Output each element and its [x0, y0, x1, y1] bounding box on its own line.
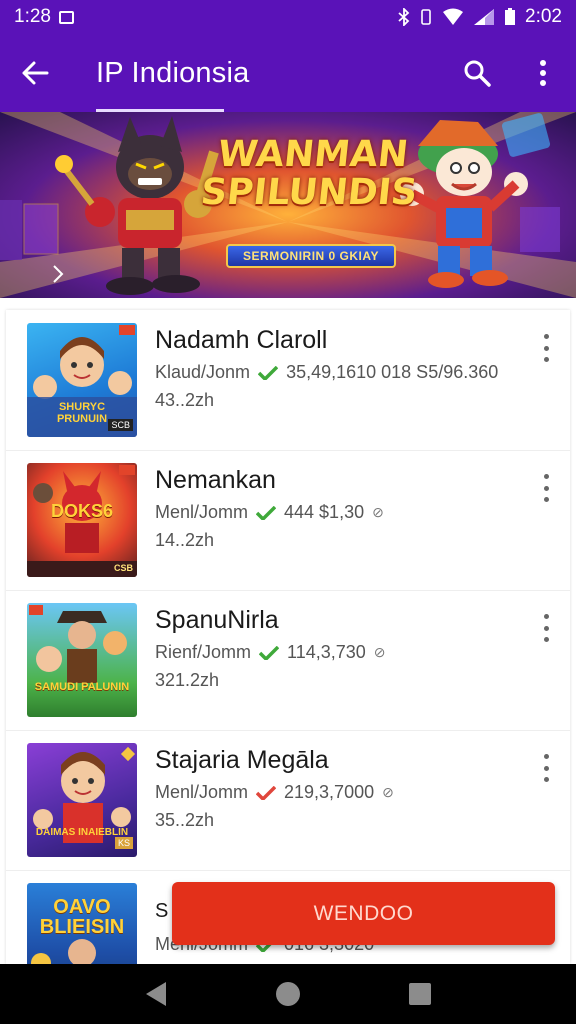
thumbnail-label: SAMUDI PALUNIN — [34, 681, 130, 693]
arrow-back-icon — [22, 61, 49, 85]
banner-title-line1: WANMAN — [215, 134, 411, 175]
primary-action-button[interactable]: WENDOO — [172, 882, 555, 945]
overflow-menu-button[interactable] — [510, 34, 576, 112]
app-screen: 1:28 2:02 IP Indionsia WANMAN SPILUNDIS … — [0, 0, 576, 1024]
app-size: 43..2zh — [155, 390, 215, 410]
app-meta: Rienf/Jomm 114,3,730 ⊘ — [155, 642, 386, 663]
more-vert-icon — [543, 754, 549, 759]
app-meta: Menl/Jomm 219,3,7000 ⊘ — [155, 782, 394, 803]
app-thumbnail: DOKS6 CSB — [27, 463, 137, 577]
search-button[interactable] — [444, 34, 510, 112]
link-icon: ⊘ — [373, 644, 386, 660]
banner-ribbon: SERMONIRIN 0 GKIAY — [226, 244, 396, 268]
app-developer: Menl/Jomm — [155, 502, 249, 522]
more-vert-icon — [543, 334, 549, 339]
app-stats: 219,3,7000 — [284, 782, 375, 802]
app-developer: Rienf/Jomm — [155, 642, 252, 662]
app-thumbnail: SAMUDI PALUNIN — [27, 603, 137, 717]
app-size: 35..2zh — [155, 810, 215, 830]
more-vert-icon — [540, 60, 546, 86]
app-developer: Klaud/Jonm — [155, 362, 251, 382]
link-icon: ⊘ — [372, 504, 384, 520]
banner-title-line2: SPILUNDIS — [198, 172, 420, 213]
thumbnail-label: OAVO BLIEISIN — [39, 896, 125, 938]
app-name: SpanuNirla — [155, 606, 279, 634]
list-item[interactable]: SAMUDI PALUNIN SpanuNirla Rienf/Jomm 114… — [6, 590, 570, 730]
list-item[interactable]: DAIMAS INAIEBLIN KS Stajaria Megāla Menl… — [6, 730, 570, 870]
app-stats: 35,49,1610 018 S5/96.360 — [286, 362, 499, 382]
app-thumbnail: SHURYC PRUNUIN SCB — [27, 323, 137, 437]
status-clock: 2:02 — [525, 6, 562, 27]
thumbnail-badge: KS — [114, 837, 133, 849]
bluetooth-icon — [398, 8, 410, 26]
battery-icon — [505, 8, 516, 25]
featured-banner[interactable]: WANMAN SPILUNDIS SERMONIRIN 0 GKIAY — [0, 112, 576, 298]
app-name: Nadamh Claroll — [155, 326, 328, 354]
more-vert-icon — [543, 474, 549, 479]
item-more-button[interactable] — [538, 474, 554, 502]
app-list: SHURYC PRUNUIN SCB Nadamh Claroll Klaud/… — [6, 310, 570, 964]
thumbnail-badge: SCB — [108, 419, 133, 431]
wifi-icon — [443, 8, 464, 25]
nav-recents-button[interactable] — [390, 964, 450, 1024]
link-icon: ⊘ — [382, 784, 394, 800]
system-nav-bar — [0, 964, 576, 1024]
app-bar: IP Indionsia — [0, 34, 576, 112]
app-name: Nemankan — [155, 466, 276, 494]
app-name: Stajaria Megāla — [155, 746, 329, 774]
page-title: IP Indionsia — [96, 56, 250, 89]
back-button[interactable] — [0, 34, 70, 112]
triangle-back-icon — [146, 982, 166, 1006]
circle-home-icon — [276, 982, 300, 1006]
banner-title: WANMAN SPILUNDIS — [192, 134, 430, 213]
app-thumbnail: OAVO BLIEISIN — [27, 883, 137, 964]
nav-home-button[interactable] — [258, 964, 318, 1024]
verified-check-icon — [256, 505, 277, 520]
app-meta: Menl/Jomm 444 $1,30 ⊘ — [155, 502, 384, 523]
status-time: 1:28 — [14, 6, 51, 27]
app-meta: Klaud/Jonm 35,49,1610 018 S5/96.360 — [155, 362, 498, 383]
app-name: S — [155, 900, 169, 922]
verified-check-icon — [258, 365, 279, 380]
app-stats: 444 $1,30 — [284, 502, 365, 522]
square-recents-icon — [409, 983, 431, 1005]
item-more-button[interactable] — [538, 334, 554, 362]
notification-icon — [58, 10, 74, 24]
thumbnail-badge: CSB — [113, 563, 133, 573]
check-icon — [256, 785, 277, 800]
list-item[interactable]: SHURYC PRUNUIN SCB Nadamh Claroll Klaud/… — [6, 310, 570, 450]
thumbnail-label: DOKS6 — [50, 501, 113, 521]
vibrate-icon — [421, 9, 431, 25]
search-icon — [464, 60, 491, 87]
verified-check-icon — [259, 645, 280, 660]
more-vert-icon — [543, 614, 549, 619]
app-developer: Menl/Jomm — [155, 782, 249, 802]
thumbnail-art — [29, 605, 127, 683]
item-more-button[interactable] — [538, 614, 554, 642]
app-size: 321.2zh — [155, 670, 220, 690]
app-stats: 114,3,730 — [287, 642, 366, 662]
app-size: 14..2zh — [155, 530, 215, 550]
app-thumbnail: DAIMAS INAIEBLIN KS — [27, 743, 137, 857]
list-item[interactable]: DOKS6 CSB Nemankan Menl/Jomm 444 $1,30 ⊘… — [6, 450, 570, 590]
nav-back-button[interactable] — [126, 964, 186, 1024]
signal-icon — [474, 9, 495, 25]
item-more-button[interactable] — [538, 754, 554, 782]
status-bar: 1:28 2:02 — [0, 0, 576, 34]
